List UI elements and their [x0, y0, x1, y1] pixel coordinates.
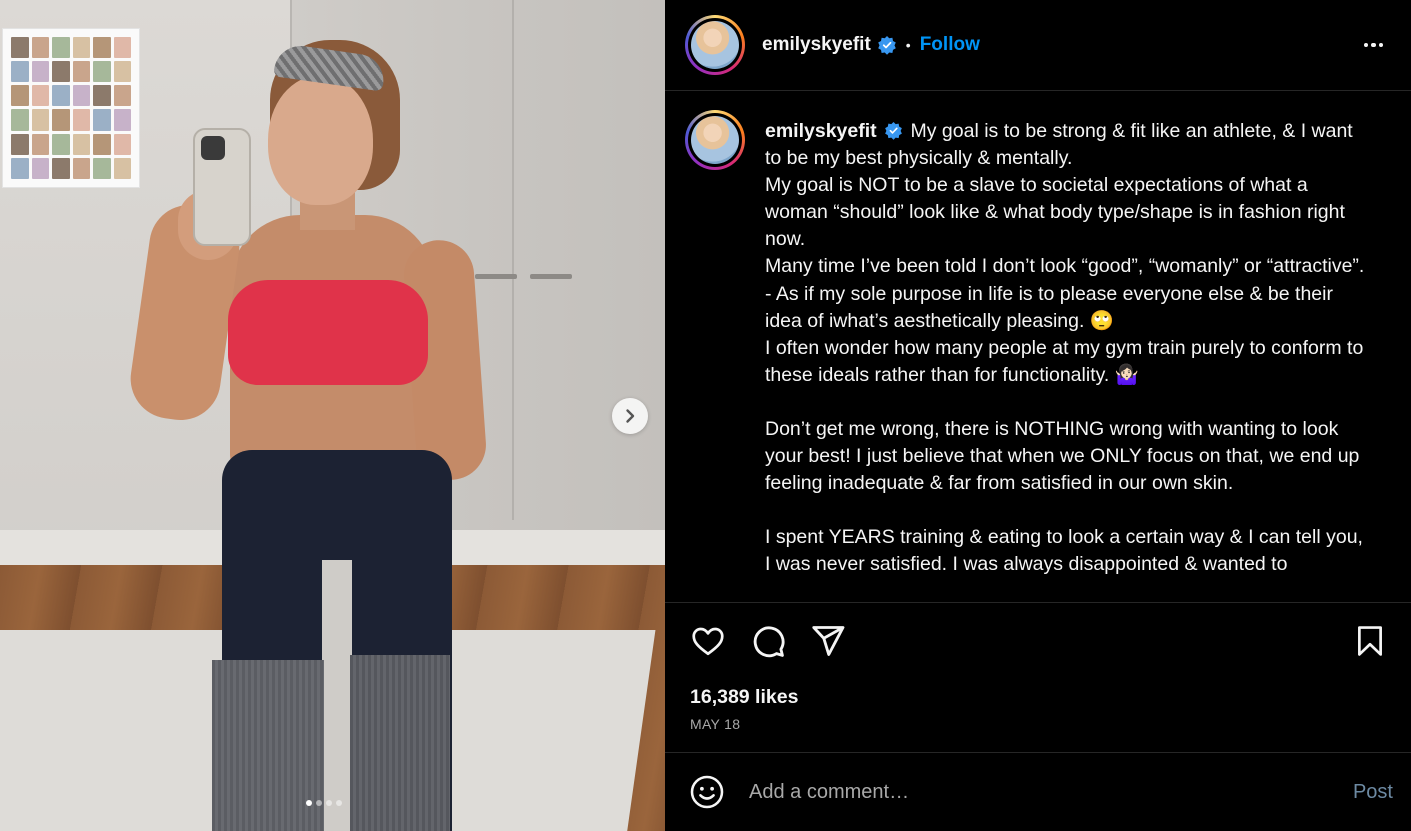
avatar[interactable]	[685, 15, 745, 75]
post-photo[interactable]	[0, 0, 665, 831]
smiley-icon	[690, 775, 724, 809]
bookmark-icon	[1358, 626, 1382, 656]
comment-button[interactable]	[749, 622, 787, 660]
carousel-next-button[interactable]	[612, 398, 648, 434]
verified-badge-icon	[884, 121, 903, 140]
carousel-indicator	[306, 800, 342, 806]
caption-row: emilyskyefit My goal is to be strong & f…	[665, 92, 1411, 578]
chevron-right-icon	[626, 409, 635, 423]
photo-collage-frame	[2, 28, 140, 188]
post-side-panel: emilyskyefit • Follow emilyskyefit My go…	[665, 0, 1411, 831]
emoji-button[interactable]	[689, 774, 725, 810]
send-icon	[812, 626, 845, 656]
caption-paragraph: My goal is to be strong & fit like an at…	[765, 120, 1365, 386]
comment-icon	[753, 626, 785, 658]
caption-paragraph: Don’t get me wrong, there is NOTHING wro…	[765, 417, 1365, 495]
header-separator: •	[905, 37, 911, 53]
more-options-icon[interactable]	[1356, 37, 1392, 54]
carousel-dot	[316, 800, 322, 806]
post-actions	[689, 622, 1389, 660]
carousel-dot	[326, 800, 332, 806]
comment-bar: Post	[689, 772, 1393, 812]
photo-phone	[193, 128, 251, 246]
likes-count[interactable]: 16,389 likes	[690, 686, 798, 709]
save-button[interactable]	[1351, 622, 1389, 660]
heart-icon	[692, 627, 724, 656]
post-header: emilyskyefit • Follow	[665, 0, 1411, 91]
post-date[interactable]: MAY 18	[690, 716, 740, 732]
instagram-post-modal: emilyskyefit • Follow emilyskyefit My go…	[0, 0, 1411, 831]
follow-button[interactable]: Follow	[920, 34, 980, 56]
header-username[interactable]: emilyskyefit	[762, 34, 871, 56]
caption-avatar[interactable]	[685, 110, 745, 170]
share-button[interactable]	[809, 622, 847, 660]
caption-username[interactable]: emilyskyefit	[765, 120, 877, 142]
verified-badge-icon	[877, 35, 897, 55]
carousel-dot	[306, 800, 312, 806]
like-button[interactable]	[689, 622, 727, 660]
photo-face	[268, 75, 373, 205]
caption-paragraph: I spent YEARS training & eating to look …	[765, 526, 1369, 576]
post-comment-button[interactable]: Post	[1353, 781, 1393, 804]
comment-input[interactable]	[749, 780, 1353, 804]
caption-scroll-area[interactable]: emilyskyefit My goal is to be strong & f…	[665, 92, 1411, 602]
carousel-dot	[336, 800, 342, 806]
photo-sports-bra	[228, 280, 428, 385]
caption-text: emilyskyefit My goal is to be strong & f…	[765, 118, 1365, 578]
